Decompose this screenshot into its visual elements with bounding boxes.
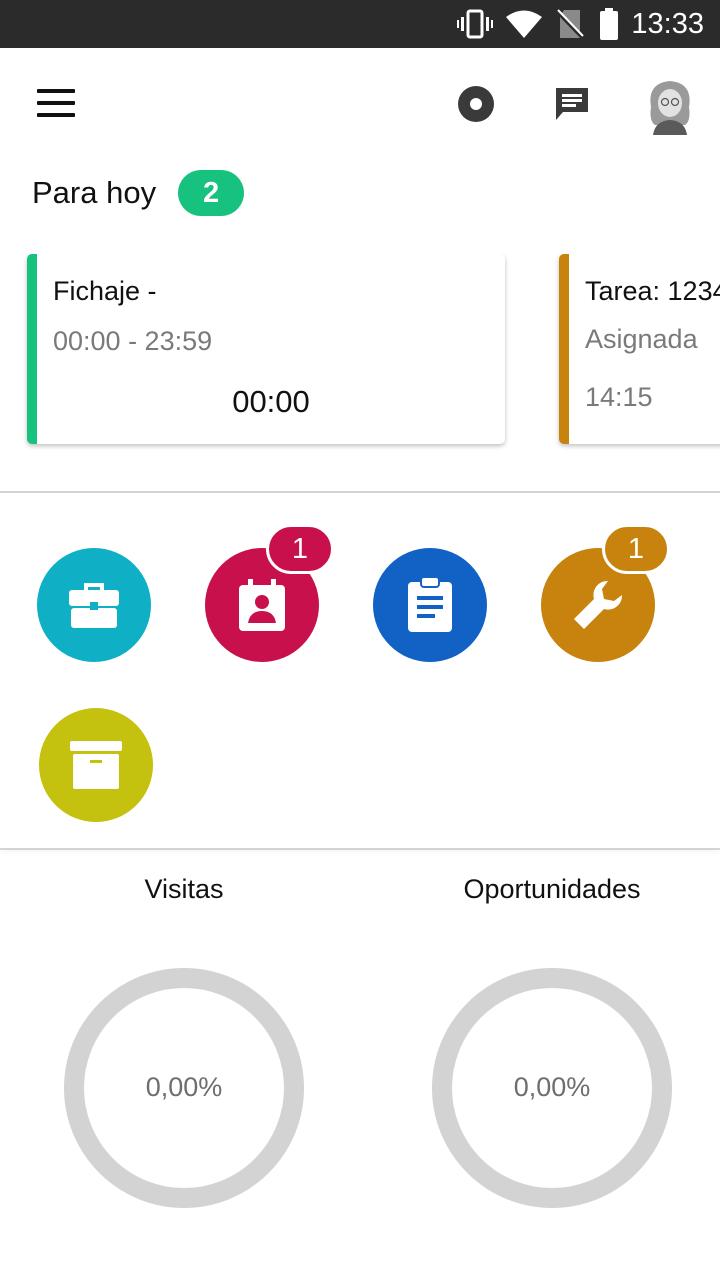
visits-label: Visitas — [144, 874, 224, 904]
avatar[interactable] — [640, 76, 700, 136]
visits-percentage: 0,00% — [145, 1072, 223, 1102]
card-time-range: 00:00 - 23:59 — [53, 326, 213, 356]
vibrate-icon — [456, 8, 494, 40]
section-divider — [0, 848, 720, 850]
chat-icon[interactable] — [546, 78, 598, 130]
task-card[interactable]: Tarea: 1234 Asignada 14:15 — [559, 254, 720, 444]
status-time: 13:33 — [631, 8, 704, 40]
today-cards-carousel[interactable]: Fichaje - 00:00 - 23:59 00:00 Tarea: 123… — [0, 254, 720, 450]
card-counter: 00:00 — [232, 384, 310, 419]
wifi-icon — [504, 8, 544, 40]
opportunities-percentage: 0,00% — [513, 1072, 591, 1102]
card-accent-bar — [559, 254, 569, 444]
clipboard-icon — [408, 576, 452, 632]
menu-icon[interactable] — [26, 78, 86, 128]
card-accent-bar — [27, 254, 37, 444]
card-title: Fichaje - — [53, 276, 157, 306]
wrench-notification-badge: 1 — [602, 524, 670, 574]
record-icon[interactable] — [450, 78, 502, 130]
status-bar: 13:33 — [0, 0, 720, 48]
archive-icon — [70, 741, 122, 789]
archive-module-button[interactable] — [39, 708, 153, 822]
card-status: Asignada — [585, 324, 698, 354]
briefcase-module-button[interactable] — [37, 548, 151, 662]
briefcase-icon — [69, 583, 119, 628]
card-time: 14:15 — [585, 382, 653, 412]
opportunities-label: Oportunidades — [463, 874, 641, 904]
clock-in-card[interactable]: Fichaje - 00:00 - 23:59 00:00 — [27, 254, 505, 444]
wrench-icon — [574, 580, 623, 629]
contact-calendar-icon — [239, 579, 285, 631]
battery-icon — [596, 8, 622, 40]
app-bar — [0, 48, 720, 158]
today-header: Para hoy 2 — [32, 168, 245, 218]
section-divider — [0, 491, 720, 493]
today-title: Para hoy — [32, 175, 157, 210]
no-sim-icon — [554, 8, 586, 40]
card-title: Tarea: 1234 — [585, 276, 720, 306]
contacts-notification-badge: 1 — [266, 524, 334, 574]
today-count-badge: 2 — [178, 170, 245, 216]
clipboard-module-button[interactable] — [373, 548, 487, 662]
